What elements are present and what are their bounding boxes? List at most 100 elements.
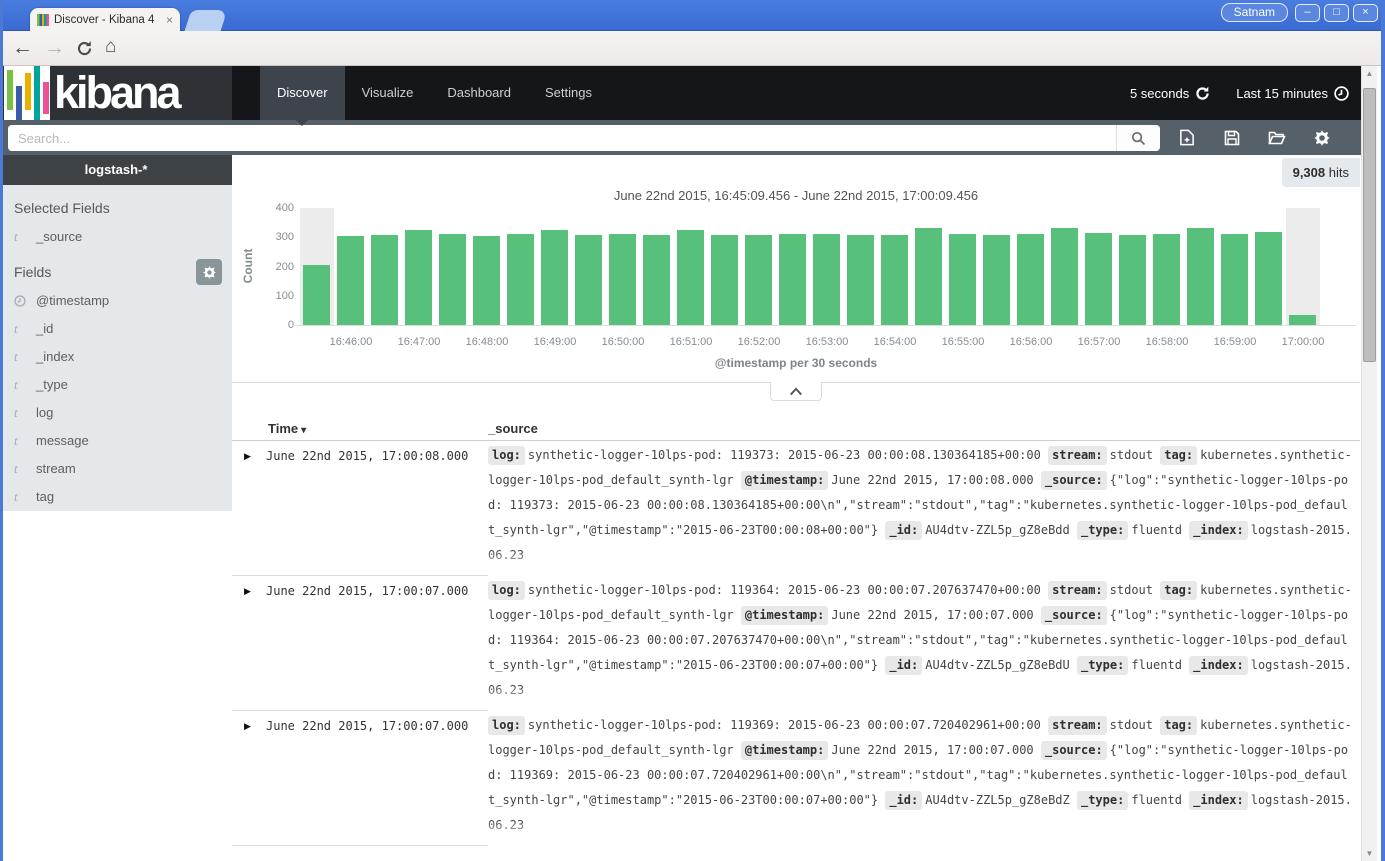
string-field-icon: t [14, 427, 30, 455]
histogram-bar[interactable] [1051, 228, 1078, 325]
nav-tab-visualize[interactable]: Visualize [345, 66, 431, 120]
histogram-bar[interactable] [1017, 234, 1044, 325]
source-column-header: _source [488, 421, 538, 436]
expand-row-icon[interactable]: ▶ [244, 576, 266, 710]
field-badge: stream: [1048, 446, 1107, 465]
settings-gear-icon[interactable] [1313, 129, 1331, 147]
expand-row-icon[interactable]: ▶ [244, 441, 266, 575]
nav-tab-discover[interactable]: Discover [260, 66, 345, 120]
histogram-bar[interactable] [1119, 235, 1146, 325]
save-search-icon[interactable] [1223, 129, 1241, 147]
histogram-bar[interactable] [541, 230, 568, 325]
field-badge: _id: [885, 656, 922, 675]
histogram-bar[interactable] [779, 234, 806, 325]
histogram-bar[interactable] [1085, 233, 1112, 325]
histogram-bar[interactable] [813, 234, 840, 325]
scroll-up-icon[interactable]: ▲ [1362, 69, 1377, 78]
sidebar-field-_source[interactable]: t_source [0, 223, 232, 251]
histogram-bar[interactable] [439, 234, 466, 325]
histogram-bar[interactable] [915, 228, 942, 325]
page-scrollbar[interactable]: ▲ ▼ [1361, 66, 1377, 861]
histogram-bar[interactable] [609, 234, 636, 325]
sidebar-field-_type[interactable]: t_type [0, 371, 232, 399]
histogram-bar[interactable] [1221, 234, 1248, 325]
new-search-icon[interactable] [1178, 129, 1196, 147]
histogram-bar[interactable] [1153, 234, 1180, 325]
histogram-bar[interactable] [337, 236, 364, 325]
histogram-bar-slot [436, 208, 470, 325]
histogram-bar[interactable] [1289, 315, 1316, 325]
tab-close-icon[interactable]: × [166, 13, 173, 27]
histogram-bar-slot [1184, 208, 1218, 325]
expand-row-icon[interactable]: ▶ [244, 711, 266, 845]
sidebar-field-message[interactable]: tmessage [0, 427, 232, 455]
histogram-bar[interactable] [405, 230, 432, 325]
histogram-bar[interactable] [575, 235, 602, 325]
nav-tab-settings[interactable]: Settings [528, 66, 609, 120]
histogram-bar[interactable] [371, 235, 398, 325]
selected-fields-heading: Selected Fields [0, 193, 232, 223]
histogram-bar[interactable] [473, 236, 500, 325]
sidebar-field-tag[interactable]: ttag [0, 483, 232, 511]
nav-tab-dashboard[interactable]: Dashboard [430, 66, 528, 120]
histogram-bar[interactable] [881, 235, 908, 325]
histogram-bar[interactable] [507, 234, 534, 325]
open-search-icon[interactable] [1268, 129, 1286, 147]
string-field-icon: t [14, 223, 30, 251]
histogram-plot[interactable] [300, 208, 1320, 325]
kibana-brand[interactable]: kibana [0, 66, 232, 120]
fields-list: @timestampt_idt_indext_typetlogtmessaget… [0, 287, 232, 511]
clock-icon [1334, 86, 1349, 101]
sidebar-field-_index[interactable]: t_index [0, 343, 232, 371]
x-tick-label: 16:46:00 [317, 336, 385, 348]
home-icon[interactable]: ⌂ [105, 36, 116, 58]
row-source: log:synthetic-logger-10lps-pod: 119369: … [488, 711, 1360, 846]
histogram-bar[interactable] [643, 235, 670, 325]
hits-count: 9,308 [1293, 165, 1326, 180]
histogram-bar-slot [1286, 208, 1320, 325]
field-badge: _index: [1189, 521, 1248, 540]
sidebar-field-stream[interactable]: tstream [0, 455, 232, 483]
back-icon[interactable]: ← [12, 36, 33, 60]
time-column-header[interactable]: Time▾ [268, 421, 306, 436]
timepicker: 5 seconds Last 15 minutes [1130, 66, 1349, 120]
histogram-bar[interactable] [983, 235, 1010, 325]
histogram-bar[interactable] [1187, 228, 1214, 325]
minimize-button[interactable]: – [1295, 4, 1320, 22]
forward-icon[interactable]: → [44, 36, 65, 60]
index-pattern-header[interactable]: logstash-* [0, 155, 232, 185]
sidebar-field-log[interactable]: tlog [0, 399, 232, 427]
histogram-bar-slot [980, 208, 1014, 325]
browser-tab[interactable]: Discover - Kibana 4 × [30, 8, 180, 31]
window-border-right [1381, 0, 1385, 861]
field-badge: @timestamp: [741, 606, 828, 625]
search-input[interactable] [8, 125, 1116, 151]
histogram-bar[interactable] [745, 235, 772, 325]
close-button[interactable]: × [1353, 4, 1378, 22]
scroll-down-icon[interactable]: ▼ [1362, 849, 1377, 858]
histogram-bar[interactable] [1255, 232, 1282, 325]
field-settings-button[interactable] [196, 259, 222, 285]
profile-button[interactable]: Satnam [1221, 3, 1288, 22]
field-badge: log: [488, 716, 525, 735]
search-submit-button[interactable] [1116, 125, 1160, 151]
maximize-button[interactable]: □ [1324, 4, 1349, 22]
reload-icon[interactable] [76, 40, 93, 57]
histogram-bar[interactable] [303, 265, 330, 325]
x-tick-label: 16:50:00 [589, 336, 657, 348]
collapse-chart-button[interactable] [770, 382, 822, 401]
sidebar-field-_id[interactable]: t_id [0, 315, 232, 343]
field-name: _source [36, 223, 82, 251]
sidebar-field-@timestamp[interactable]: @timestamp [0, 287, 232, 315]
scrollbar-thumb[interactable] [1363, 88, 1376, 362]
histogram-bar[interactable] [847, 235, 874, 325]
refresh-interval-button[interactable]: 5 seconds [1130, 86, 1210, 101]
histogram-bar[interactable] [949, 234, 976, 325]
histogram-bar-slot [1082, 208, 1116, 325]
histogram-bar[interactable] [711, 235, 738, 325]
field-badge: _source: [1041, 606, 1107, 625]
new-tab-button[interactable] [185, 10, 228, 31]
histogram-bar[interactable] [677, 230, 704, 325]
time-range-button[interactable]: Last 15 minutes [1236, 86, 1349, 101]
browser-window: Discover - Kibana 4 × Satnam – □ × ← → ⌂… [0, 0, 1385, 861]
